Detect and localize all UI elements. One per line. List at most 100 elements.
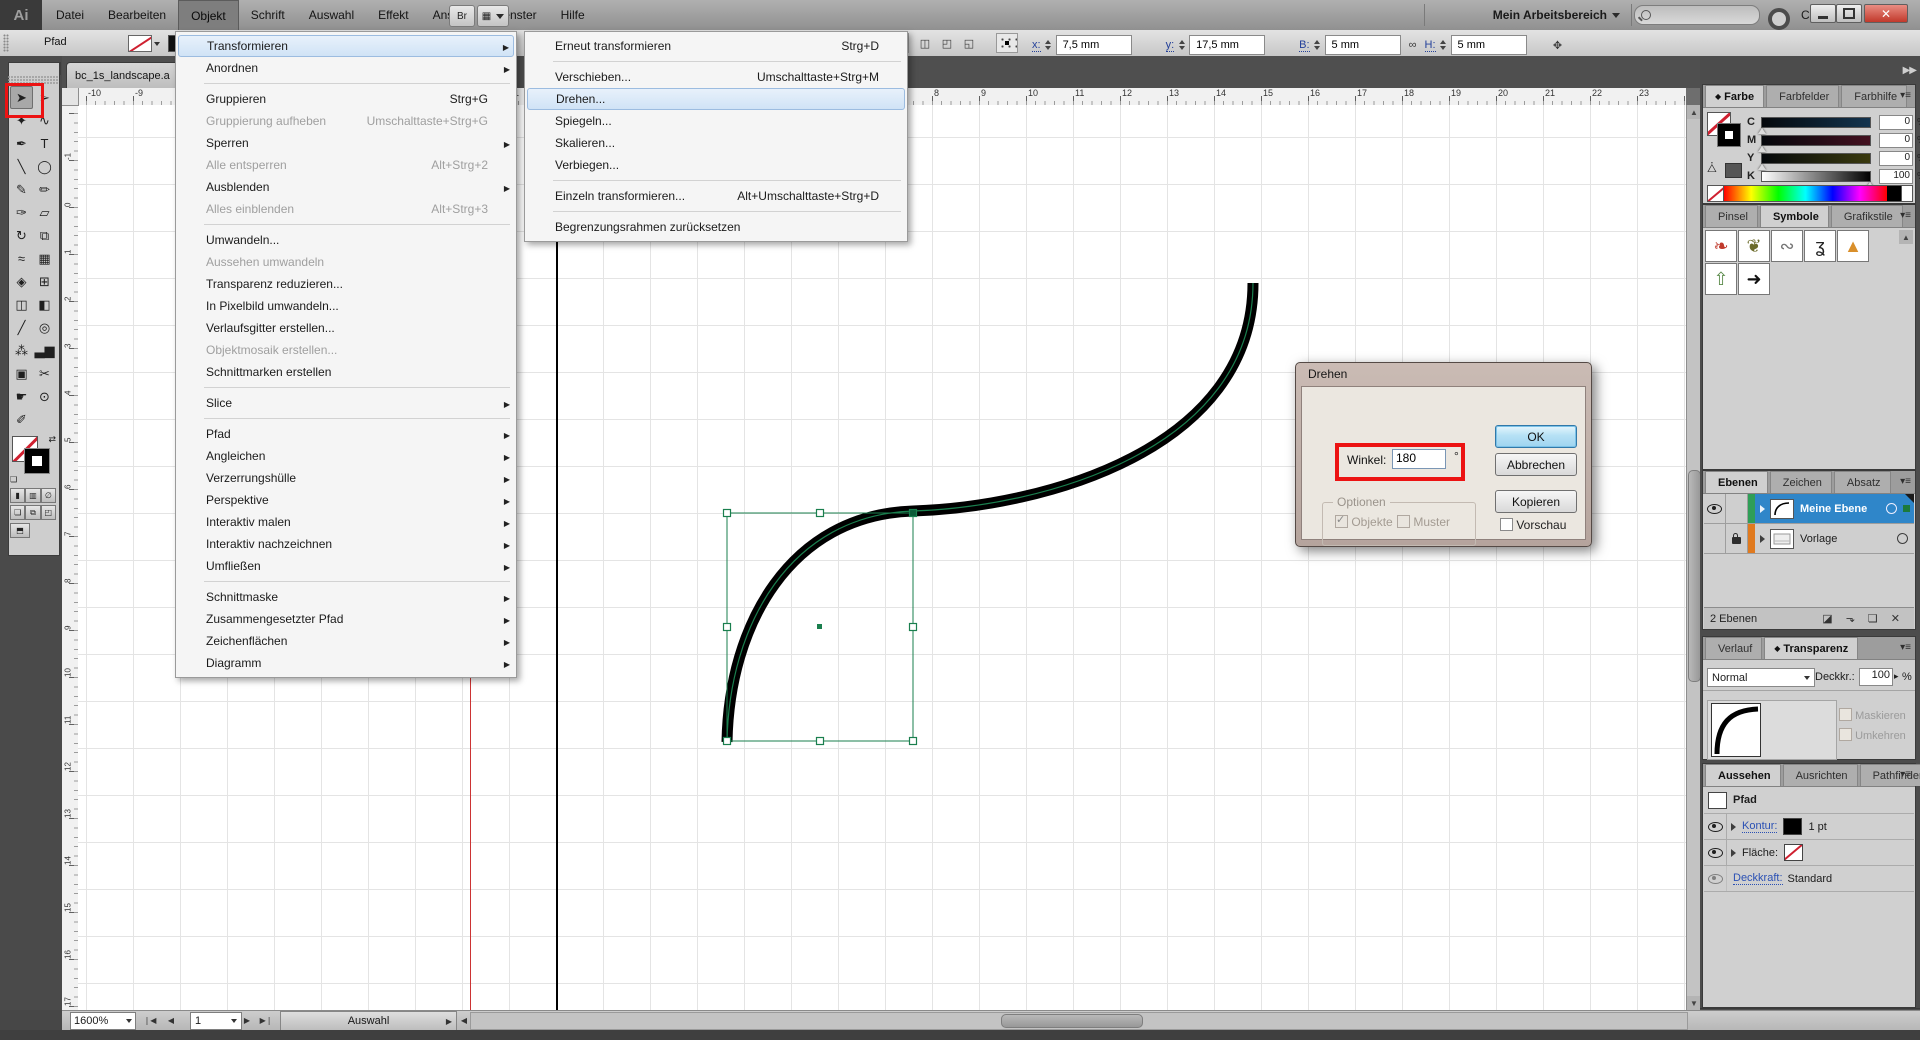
menu-item[interactable]: Gruppieren Strg+G bbox=[178, 88, 514, 110]
panel-tab[interactable]: Zeichen bbox=[1770, 471, 1832, 493]
none-color-icon[interactable] bbox=[1708, 186, 1724, 201]
menu-item[interactable]: Interaktiv nachzeichnen bbox=[178, 533, 514, 555]
menu-item[interactable]: Slice bbox=[178, 392, 514, 414]
gradient-tool[interactable]: ◧ bbox=[33, 293, 56, 316]
menu-item[interactable]: Sperren bbox=[178, 132, 514, 154]
stroke-color-swatch[interactable] bbox=[1783, 818, 1802, 835]
paintbrush-tool[interactable]: ✎ bbox=[10, 178, 33, 201]
fill-stroke-widget[interactable]: ⇄ ❏ bbox=[12, 436, 56, 482]
pen-tool[interactable]: ✒ bbox=[10, 132, 33, 155]
chevron-down-icon[interactable] bbox=[154, 42, 160, 46]
panel-tab[interactable]: Absatz bbox=[1834, 471, 1891, 493]
next-page-button[interactable]: ▶ bbox=[240, 1012, 254, 1028]
panel-tab[interactable]: Ebenen bbox=[1705, 471, 1768, 493]
width-label[interactable]: B: bbox=[1299, 39, 1309, 52]
panel-tab[interactable]: Pinsel bbox=[1705, 205, 1758, 227]
width-tool[interactable]: ≈ bbox=[10, 247, 33, 270]
layer-target-icon[interactable] bbox=[1897, 533, 1908, 544]
panel-tab[interactable]: Symbole bbox=[1760, 205, 1829, 227]
layer-thumbnail[interactable] bbox=[1770, 529, 1794, 549]
menu-bar-item[interactable]: Objekt bbox=[178, 0, 239, 30]
layer-row[interactable]: Vorlage bbox=[1704, 524, 1914, 554]
color-value-field[interactable]: 0 bbox=[1879, 115, 1913, 130]
color-slider-track[interactable] bbox=[1761, 117, 1871, 128]
menu-item[interactable]: Alle entsperren Alt+Strg+2 bbox=[178, 154, 514, 176]
scroll-down-icon[interactable]: ▼ bbox=[1687, 996, 1701, 1010]
menu-bar-item[interactable]: Hilfe bbox=[549, 0, 597, 30]
transform-icon[interactable]: ✥ bbox=[1549, 36, 1567, 54]
zoom-tool[interactable]: ⊙ bbox=[33, 385, 56, 408]
menu-item[interactable]: Einzeln transformieren... Alt+Umschaltta… bbox=[527, 185, 905, 207]
perspective-grid-tool[interactable]: ⊞ bbox=[33, 270, 56, 293]
bridge-button[interactable]: Br bbox=[449, 5, 475, 27]
x-stepper[interactable] bbox=[1044, 37, 1053, 53]
menu-item[interactable]: Begrenzungsrahmen zurücksetzen bbox=[527, 216, 905, 238]
menu-bar-item[interactable]: Bearbeiten bbox=[96, 0, 178, 30]
menu-item[interactable]: Transparenz reduzieren... bbox=[178, 273, 514, 295]
paint-style-button[interactable]: ▥ bbox=[25, 488, 40, 503]
panel-tab[interactable]: Grafikstile bbox=[1831, 205, 1903, 227]
stroke-swatch[interactable] bbox=[25, 449, 49, 473]
visibility-toggle[interactable] bbox=[1704, 866, 1727, 891]
color-slider-track[interactable] bbox=[1761, 135, 1871, 146]
menu-item[interactable]: Transformieren bbox=[178, 35, 514, 57]
y-field[interactable] bbox=[1189, 35, 1265, 55]
pyramid-symbol[interactable]: ▲ bbox=[1837, 230, 1869, 262]
x-label[interactable]: x: bbox=[1032, 39, 1041, 52]
menu-item[interactable]: Schnittmarken erstellen bbox=[178, 361, 514, 383]
menu-item[interactable]: Verlaufsgitter erstellen... bbox=[178, 317, 514, 339]
color-value-field[interactable]: 0 bbox=[1879, 151, 1913, 166]
parrot-symbol[interactable]: ❧ bbox=[1705, 230, 1737, 262]
make-clipping-mask-icon[interactable]: ◪ bbox=[1822, 612, 1832, 625]
arrow-up-symbol[interactable]: ⇧ bbox=[1705, 263, 1737, 295]
blend-mode-select[interactable]: Normal bbox=[1707, 668, 1815, 687]
menu-item[interactable]: Interaktiv malen bbox=[178, 511, 514, 533]
panel-menu-icon[interactable]: ▾≡ bbox=[1900, 476, 1911, 487]
menu-item[interactable]: Diagramm bbox=[178, 652, 514, 674]
slice-tool[interactable]: ✂ bbox=[33, 362, 56, 385]
panel-tab[interactable]: Aussehen bbox=[1705, 764, 1781, 786]
expand-triangle-icon[interactable] bbox=[1760, 505, 1765, 513]
arrange-documents-button[interactable]: ▦ bbox=[477, 5, 509, 27]
fill-row[interactable]: Fläche: bbox=[1704, 840, 1914, 866]
expand-triangle-icon[interactable] bbox=[1760, 535, 1765, 543]
menu-item[interactable]: Verbiegen... bbox=[527, 154, 905, 176]
status-display-button[interactable]: Auswahl▶ bbox=[280, 1011, 457, 1031]
menu-item[interactable]: Aussehen umwandeln bbox=[178, 251, 514, 273]
dock-collapse-button[interactable]: ▶▶ bbox=[1700, 58, 1920, 82]
previous-page-button[interactable]: ◀ bbox=[164, 1012, 178, 1028]
cancel-button[interactable]: Abbrechen bbox=[1495, 453, 1577, 476]
height-stepper[interactable] bbox=[1439, 37, 1448, 53]
delete-layer-icon[interactable]: ✕ bbox=[1891, 612, 1900, 625]
color-value-field[interactable]: 0 bbox=[1879, 133, 1913, 148]
banner-symbol[interactable]: ∾ bbox=[1771, 230, 1803, 262]
color-slider-track[interactable] bbox=[1761, 171, 1871, 182]
object-thumbnail[interactable] bbox=[1711, 703, 1761, 757]
layer-thumbnail[interactable] bbox=[1770, 499, 1794, 519]
paint-style-button[interactable]: ∅ bbox=[41, 488, 56, 503]
draw-mode-button[interactable]: ◰ bbox=[41, 505, 56, 520]
opacity-row[interactable]: Deckkraft: Standard bbox=[1704, 866, 1914, 892]
arrow-right-symbol[interactable]: ➜ bbox=[1738, 263, 1770, 295]
new-sublayer-icon[interactable]: ⬎ bbox=[1846, 612, 1855, 625]
layer-visibility-toggle[interactable] bbox=[1704, 494, 1726, 523]
align-widget-icon[interactable]: ◫ bbox=[916, 34, 934, 52]
panel-menu-icon[interactable]: ▾≡ bbox=[1900, 210, 1911, 221]
mask-checkbox[interactable]: Maskieren bbox=[1839, 708, 1906, 722]
scroll-up-icon[interactable]: ▲ bbox=[1899, 230, 1913, 244]
menu-item[interactable]: Umwandeln... bbox=[178, 229, 514, 251]
knife-tool[interactable]: ✐ bbox=[10, 408, 33, 431]
feather-symbol[interactable]: ❦ bbox=[1738, 230, 1770, 262]
swap-fill-stroke-icon[interactable]: ⇄ bbox=[48, 434, 56, 445]
menu-item[interactable]: Verschieben... Umschalttaste+Strg+M bbox=[527, 66, 905, 88]
menu-bar-item[interactable]: Schrift bbox=[239, 0, 297, 30]
blob-brush-tool[interactable]: ✑ bbox=[10, 201, 33, 224]
menu-bar-item[interactable]: Auswahl bbox=[297, 0, 366, 30]
line-segment-tool[interactable]: ╲ bbox=[10, 155, 33, 178]
panel-menu-icon[interactable]: ▾≡ bbox=[1900, 769, 1911, 780]
last-page-button[interactable]: ▶❘ bbox=[258, 1012, 274, 1028]
panel-tab[interactable]: Verlauf bbox=[1705, 637, 1762, 659]
stroke-color-swatch[interactable] bbox=[128, 35, 152, 52]
stroke-black-swatch[interactable] bbox=[1718, 124, 1740, 146]
layer-lock-toggle[interactable] bbox=[1726, 494, 1748, 523]
